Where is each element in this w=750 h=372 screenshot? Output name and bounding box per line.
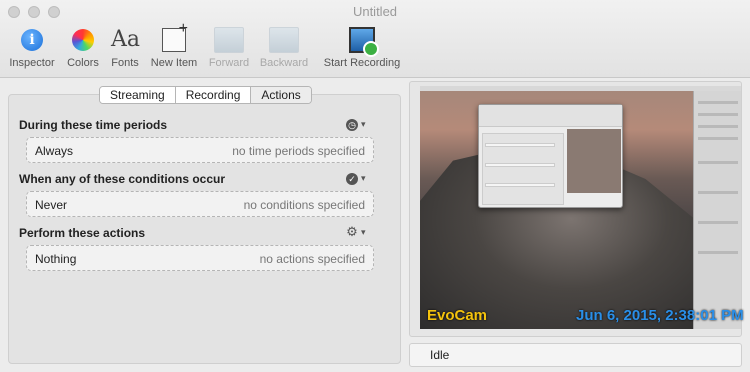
toolbar-start-recording-button[interactable]: Start Recording bbox=[318, 24, 406, 74]
toolbar-label-backward: Backward bbox=[259, 57, 309, 69]
checkmark-icon[interactable]: ✓ bbox=[346, 173, 358, 185]
toolbar-label-inspector: Inspector bbox=[9, 57, 55, 69]
toolbar-backward-button[interactable]: Backward bbox=[256, 24, 312, 74]
toolbar-colors-button[interactable]: Colors bbox=[62, 24, 104, 74]
fonts-icon: Aa bbox=[111, 27, 141, 52]
title-bar: Untitled i Inspector Colors Aa Fonts New… bbox=[0, 0, 750, 78]
start-recording-icon bbox=[349, 27, 379, 57]
toolbar-fonts-button[interactable]: Aa Fonts bbox=[107, 24, 143, 74]
section-title-actions: Perform these actions bbox=[19, 226, 146, 240]
window-title: Untitled bbox=[352, 4, 398, 19]
forward-icon bbox=[214, 27, 244, 53]
toolbar-label-colors: Colors bbox=[67, 57, 99, 69]
tab-streaming[interactable]: Streaming bbox=[100, 87, 176, 103]
app-window: Untitled i Inspector Colors Aa Fonts New… bbox=[0, 0, 750, 372]
time-periods-hint: no time periods specified bbox=[232, 144, 365, 158]
actions-hint: no actions specified bbox=[259, 252, 365, 266]
info-icon: i bbox=[21, 29, 43, 51]
section-title-time-periods: During these time periods bbox=[19, 118, 168, 132]
actions-rule[interactable]: Nothing no actions specified bbox=[26, 245, 374, 271]
chevron-down-icon[interactable]: ▾ bbox=[361, 173, 366, 184]
new-item-icon bbox=[162, 20, 188, 52]
color-wheel-icon bbox=[72, 29, 94, 51]
chevron-down-icon[interactable]: ▾ bbox=[361, 119, 366, 130]
tab-actions[interactable]: Actions bbox=[251, 87, 311, 103]
toolbar-label-fonts: Fonts bbox=[111, 57, 139, 69]
toolbar-label-start-recording: Start Recording bbox=[323, 57, 401, 69]
time-periods-value: Always bbox=[35, 144, 74, 158]
toolbar-label-new-item: New Item bbox=[150, 57, 198, 69]
camera-preview bbox=[420, 86, 741, 329]
time-periods-rule[interactable]: Always no time periods specified bbox=[26, 137, 374, 163]
actions-value: Nothing bbox=[35, 252, 77, 266]
status-text: Idle bbox=[430, 348, 450, 362]
toolbar-label-forward: Forward bbox=[208, 57, 250, 69]
conditions-rule[interactable]: Never no conditions specified bbox=[26, 191, 374, 217]
tab-recording[interactable]: Recording bbox=[175, 87, 252, 103]
status-bar: Idle bbox=[409, 343, 742, 367]
toolbar-new-item-button[interactable]: New Item bbox=[147, 20, 201, 74]
clock-icon[interactable]: ◷ bbox=[346, 119, 358, 131]
gear-icon[interactable]: ⚙ bbox=[346, 225, 358, 238]
chevron-down-icon[interactable]: ▾ bbox=[361, 227, 366, 238]
conditions-hint: no conditions specified bbox=[243, 198, 365, 212]
preview-side-panel bbox=[693, 91, 741, 329]
section-title-conditions: When any of these conditions occur bbox=[19, 172, 226, 186]
preview-caption-right: Jun 6, 2015, 2:38:01 PM bbox=[576, 307, 744, 324]
preview-nested-window bbox=[478, 104, 623, 208]
conditions-value: Never bbox=[35, 198, 68, 212]
backward-icon bbox=[269, 27, 299, 53]
toolbar-inspector-button[interactable]: i Inspector bbox=[6, 24, 58, 74]
preview-caption-left: EvoCam bbox=[427, 307, 488, 324]
toolbar-forward-button[interactable]: Forward bbox=[205, 24, 253, 74]
segmented-tabs: Streaming Recording Actions bbox=[99, 86, 312, 104]
